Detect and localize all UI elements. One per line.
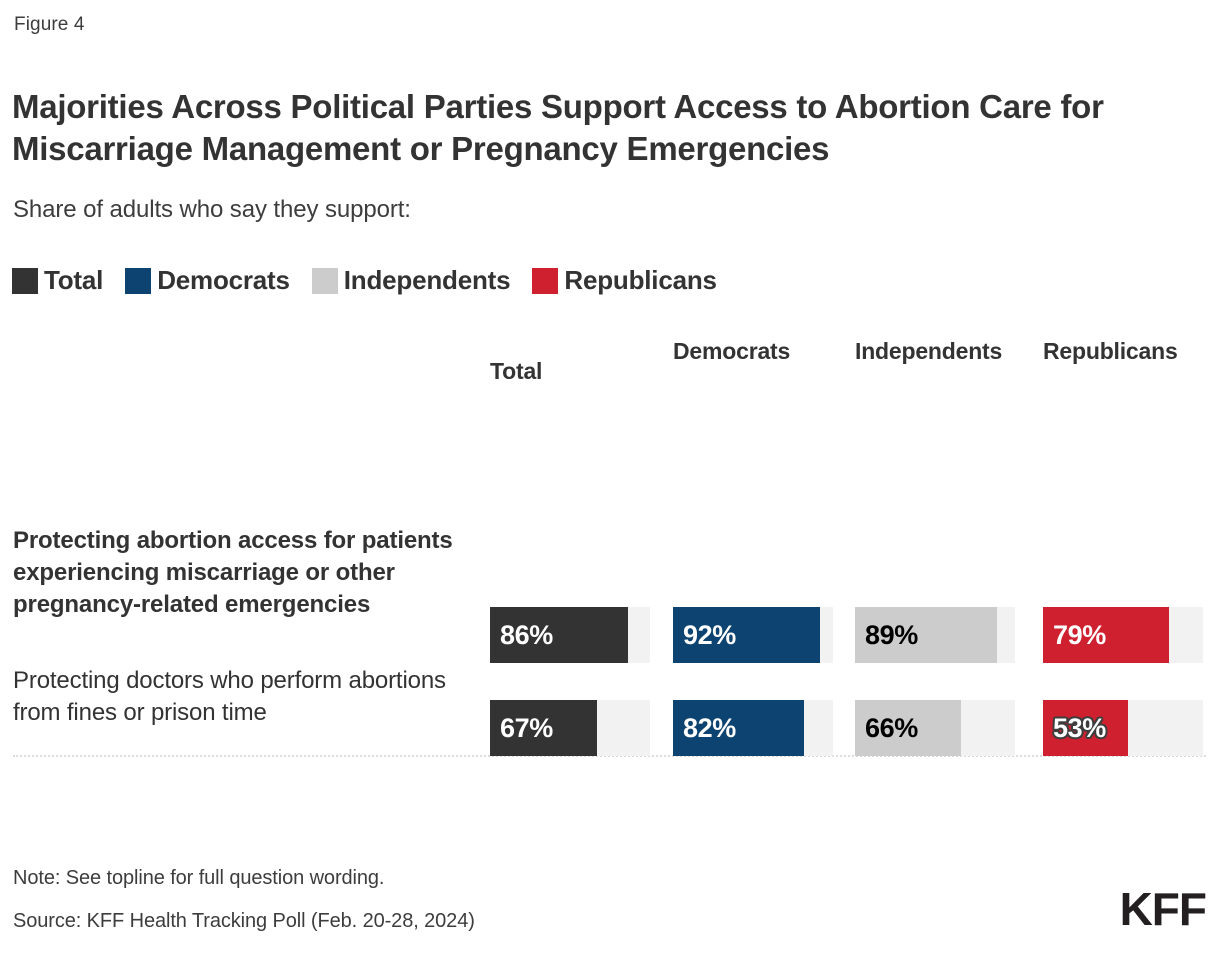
legend-label-independents: Independents xyxy=(343,265,511,295)
legend-swatch-republicans xyxy=(532,267,559,294)
bar-cell-democrats: 92% xyxy=(673,607,833,663)
bar-value-total: 67% xyxy=(500,713,553,743)
column-header-row: Total Democrats Independents Republicans xyxy=(0,325,1220,425)
page-title: Majorities Across Political Parties Supp… xyxy=(12,88,1104,168)
bar-value-democrats: 92% xyxy=(683,620,736,650)
bar-cell-democrats: 82% xyxy=(673,700,833,756)
legend-item-democrats: Democrats xyxy=(125,265,290,296)
footer-note: Note: See topline for full question word… xyxy=(13,867,385,889)
column-header-total: Total xyxy=(490,358,543,384)
legend-label-republicans: Republicans xyxy=(564,265,717,295)
bar-cell-independents: 66% xyxy=(855,700,1015,756)
row-bars-doctors: 67% 82% 66% 53% xyxy=(0,700,1220,756)
legend-item-total: Total xyxy=(12,265,103,296)
bar-value-independents: 66% xyxy=(865,713,918,743)
table-row: Protecting doctors who perform abortions… xyxy=(0,660,1220,820)
legend-swatch-independents xyxy=(311,267,338,294)
bar-cell-independents: 89% xyxy=(855,607,1015,663)
legend-item-independents: Independents xyxy=(311,265,511,296)
bar-cell-republicans: 79% xyxy=(1043,607,1203,663)
bar-value-independents: 89% xyxy=(865,620,918,650)
legend-label-total: Total xyxy=(44,265,104,295)
chart-plot-area: Total Democrats Independents Republicans… xyxy=(0,325,1220,820)
bar-value-republicans: 53% xyxy=(1053,713,1106,743)
bar-value-total: 86% xyxy=(500,620,553,650)
column-header-independents: Independents xyxy=(855,338,1003,364)
bar-value-democrats: 82% xyxy=(683,713,736,743)
kff-logo: KFF xyxy=(1119,883,1207,935)
chart-legend: Total Democrats Independents Republicans xyxy=(12,265,739,296)
bar-value-republicans: 79% xyxy=(1053,620,1106,650)
table-row: Protecting abortion access for patients … xyxy=(0,425,1220,757)
column-header-democrats: Democrats xyxy=(673,338,791,364)
bar-cell-total: 67% xyxy=(490,700,650,756)
legend-label-democrats: Democrats xyxy=(157,265,290,295)
figure-label: Figure 4 xyxy=(14,14,85,35)
footer-source: Source: KFF Health Tracking Poll (Feb. 2… xyxy=(13,910,475,932)
bar-cell-total: 86% xyxy=(490,607,650,663)
legend-swatch-democrats xyxy=(125,267,152,294)
legend-swatch-total xyxy=(12,267,38,294)
column-header-republicans: Republicans xyxy=(1043,338,1178,364)
chart-subtitle: Share of adults who say they support: xyxy=(13,196,411,223)
row-bars-miscarriage: 86% 92% 89% 79% xyxy=(0,607,1220,663)
bar-cell-republicans: 53% xyxy=(1043,700,1203,756)
legend-item-republicans: Republicans xyxy=(532,265,717,296)
